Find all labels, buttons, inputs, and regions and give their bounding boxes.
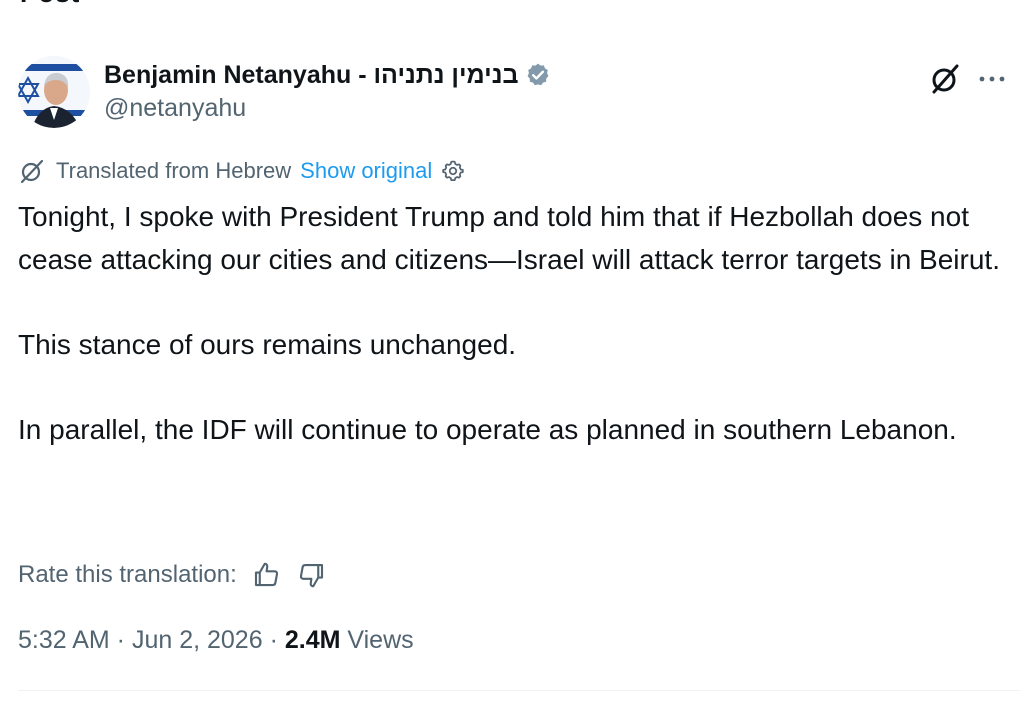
- tweet-paragraph: Tonight, I spoke with President Trump an…: [18, 201, 1000, 275]
- avatar-image: [18, 56, 90, 128]
- rate-translation-row: Rate this translation:: [18, 560, 327, 590]
- translated-label: Translated from Hebrew: [56, 158, 292, 183]
- gear-icon[interactable]: [440, 158, 466, 184]
- rate-translation-label: Rate this translation:: [18, 561, 237, 588]
- avatar[interactable]: [18, 56, 90, 128]
- post-detail-view: Post: [0, 0, 1024, 710]
- verified-badge-icon[interactable]: [525, 62, 551, 88]
- post-meta: 5:32 AM · Jun 2, 2026 · 2.4M Views: [18, 626, 414, 655]
- page-title: Post: [20, 0, 80, 9]
- tweet-text: Tonight, I spoke with President Trump an…: [18, 196, 1018, 451]
- meta-separator: ·: [109, 626, 132, 654]
- views-count: 2.4M: [284, 626, 341, 654]
- meta-separator: ·: [262, 626, 285, 654]
- show-original-link[interactable]: Show original: [300, 158, 432, 184]
- more-icon[interactable]: [976, 63, 1008, 95]
- handle[interactable]: @netanyahu: [104, 94, 551, 123]
- header-actions: [928, 62, 1008, 96]
- author-block: Benjamin Netanyahu - בנימין נתניהו @neta…: [104, 58, 551, 123]
- thumbs-down-icon[interactable]: [297, 560, 327, 590]
- grok-translate-icon: [18, 157, 46, 185]
- tweet-paragraph: In parallel, the IDF will continue to op…: [18, 413, 957, 445]
- translation-notice: Translated from Hebrew Show original: [18, 157, 466, 185]
- views-label: Views: [347, 626, 414, 654]
- thumbs-up-icon[interactable]: [251, 560, 281, 590]
- divider: [18, 690, 1020, 691]
- display-name[interactable]: Benjamin Netanyahu - בנימין נתניהו: [104, 61, 519, 90]
- post-time[interactable]: 5:32 AM: [18, 626, 110, 654]
- post-date[interactable]: Jun 2, 2026: [132, 626, 263, 654]
- name-row: Benjamin Netanyahu - בנימין נתניהו: [104, 58, 551, 92]
- page-title-text: Post: [20, 0, 80, 8]
- grok-icon[interactable]: [928, 62, 962, 96]
- post-header: Benjamin Netanyahu - בנימין נתניהו @neta…: [18, 56, 1008, 130]
- tweet-paragraph: This stance of ours remains unchanged.: [18, 328, 517, 360]
